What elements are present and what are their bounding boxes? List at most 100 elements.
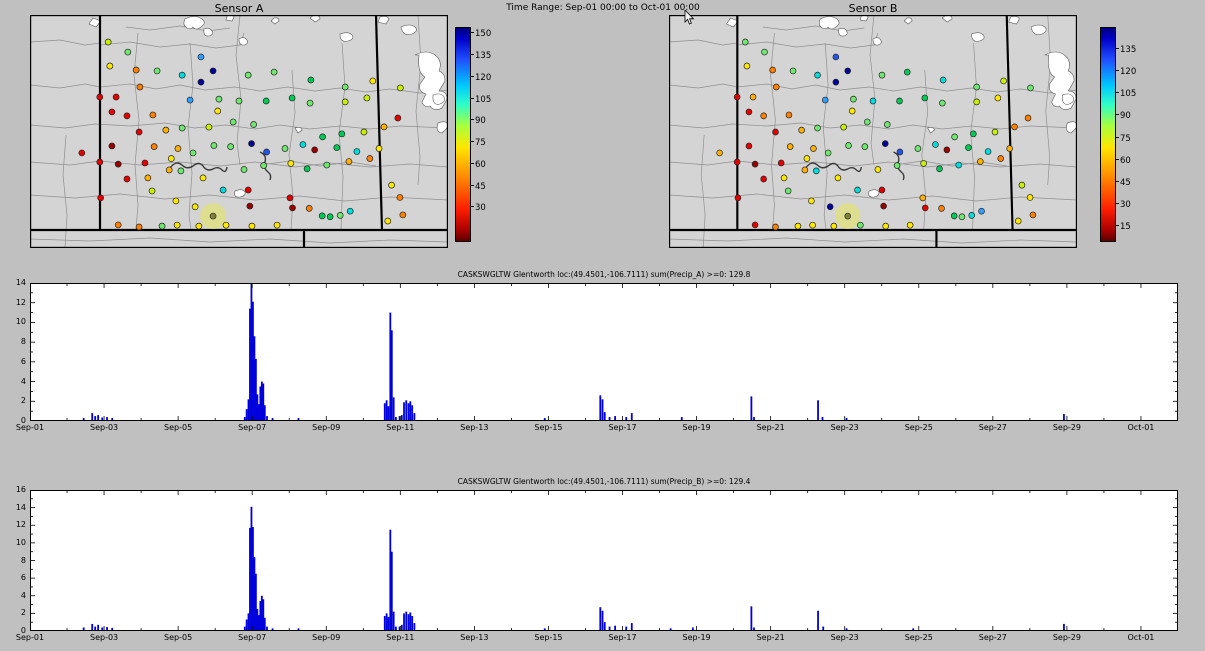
station-dot	[136, 224, 142, 230]
station-dot	[752, 161, 758, 167]
precip-bar	[388, 406, 390, 421]
precip-bar	[817, 400, 819, 421]
station-dot	[1019, 182, 1025, 188]
highlight-station-dot	[845, 213, 851, 219]
colorbar-tick-label: 30	[1116, 201, 1131, 210]
precip-bar	[599, 607, 601, 631]
station-dot	[347, 208, 353, 214]
station-dot	[190, 150, 196, 156]
station-dot	[995, 95, 1001, 101]
station-dot	[939, 205, 945, 211]
precip-bar	[403, 613, 405, 631]
station-dot	[247, 203, 253, 209]
station-dot	[400, 212, 406, 218]
station-dot	[236, 98, 242, 104]
station-dot	[752, 222, 758, 228]
station-dot	[307, 100, 313, 106]
precip-bar	[409, 612, 411, 631]
precip-bar	[409, 401, 411, 421]
station-dot	[327, 214, 333, 220]
x-tick-label: Sep-27	[971, 633, 1015, 642]
x-tick-label: Oct-01	[1119, 423, 1163, 432]
station-dot	[992, 129, 998, 135]
station-dot	[897, 149, 903, 155]
precip-bar	[405, 612, 407, 631]
precip-bar	[750, 396, 752, 421]
station-dot	[849, 108, 855, 114]
station-dot	[799, 127, 805, 133]
station-dot	[944, 147, 950, 153]
precip-bar	[246, 409, 248, 421]
station-dot	[98, 195, 104, 201]
station-dot	[163, 127, 169, 133]
station-dot	[735, 195, 741, 201]
precip-bar	[384, 403, 386, 421]
station-dot	[870, 98, 876, 104]
x-tick-label: Sep-29	[1045, 633, 1089, 642]
station-dot	[220, 187, 226, 193]
y-tick-label: 12	[2, 520, 26, 530]
station-dot	[97, 159, 103, 165]
station-dot	[137, 84, 143, 90]
sensor-a-colorbar-labels: 1501351201059075604530	[471, 27, 497, 240]
station-dot	[179, 125, 185, 131]
station-dot	[790, 68, 796, 74]
station-dot	[815, 125, 821, 131]
station-dot	[289, 95, 295, 101]
station-dot	[979, 208, 985, 214]
station-dot	[109, 109, 115, 115]
station-dot	[750, 94, 756, 100]
station-dot	[304, 166, 310, 172]
colorbar-tick-label: 150	[471, 30, 491, 39]
station-dot	[339, 131, 345, 137]
sensor-a-map	[30, 15, 448, 248]
station-dot	[346, 159, 352, 165]
y-tick-label: 14	[2, 503, 26, 513]
station-dot	[151, 144, 157, 150]
station-dot	[746, 143, 752, 149]
precip-bar	[604, 622, 606, 631]
station-dot	[115, 222, 121, 228]
precip-bar	[602, 611, 604, 631]
station-dot	[810, 222, 816, 228]
station-dot	[228, 144, 234, 150]
station-dot	[855, 187, 861, 193]
colorbar-tick-label: 90	[471, 117, 486, 126]
station-dot	[389, 182, 395, 188]
station-dot	[977, 159, 983, 165]
y-tick-label: 10	[2, 317, 26, 327]
x-tick-label: Sep-19	[675, 633, 719, 642]
x-tick-label: Sep-05	[156, 633, 200, 642]
station-dot	[288, 160, 294, 166]
station-dot	[985, 149, 991, 155]
station-dot	[811, 146, 817, 152]
station-dot	[1030, 212, 1036, 218]
station-dot	[884, 122, 890, 128]
x-tick-label: Sep-29	[1045, 423, 1089, 432]
y-tick-label: 12	[2, 298, 26, 308]
station-dot	[998, 156, 1004, 162]
precip-a-chart	[30, 283, 1178, 421]
precip-bar	[631, 413, 633, 421]
precip-bar	[386, 400, 388, 421]
precip-bar	[408, 403, 410, 421]
station-dot	[154, 68, 160, 74]
station-dot	[337, 212, 343, 218]
station-dot	[105, 39, 111, 45]
precip-a-chart-title: CASKSWGLTW Glentworth loc:(49.4501,-106.…	[30, 270, 1178, 279]
precip-bar	[91, 413, 93, 421]
station-dot	[1027, 194, 1033, 200]
x-tick-label: Sep-25	[897, 423, 941, 432]
precip-bar	[264, 618, 266, 631]
station-dot	[113, 94, 119, 100]
station-dot	[882, 141, 888, 147]
station-dot	[97, 94, 103, 100]
station-dot	[206, 124, 212, 130]
station-dot	[778, 160, 784, 166]
precip-bar	[1063, 414, 1065, 421]
station-dot	[907, 222, 913, 228]
colorbar-tick-label: 45	[471, 183, 486, 192]
sensor-a-title: Sensor A	[30, 2, 448, 15]
sensor-b-colorbar	[1100, 27, 1116, 242]
station-dot	[915, 146, 921, 152]
